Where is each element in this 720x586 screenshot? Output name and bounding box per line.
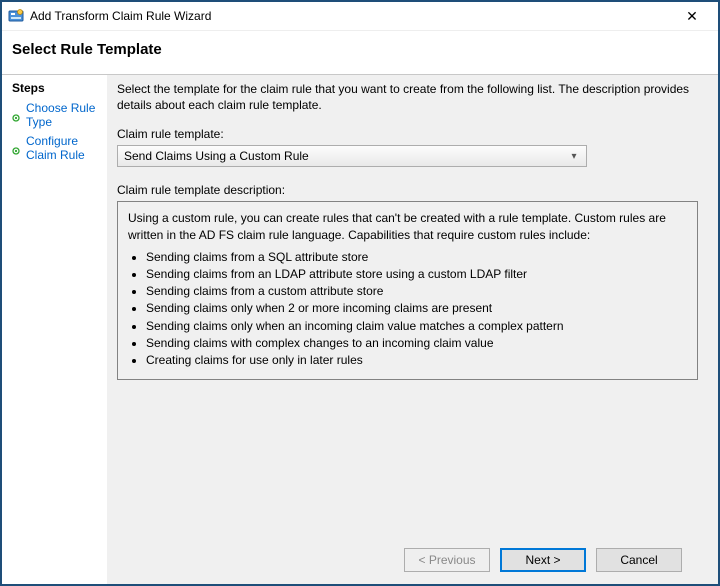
titlebar: Add Transform Claim Rule Wizard ✕ bbox=[2, 2, 718, 31]
description-intro: Using a custom rule, you can create rule… bbox=[128, 210, 687, 242]
description-bullet: Sending claims only when an incoming cla… bbox=[146, 318, 687, 334]
claim-rule-template-select[interactable]: Send Claims Using a Custom Rule ▾ bbox=[117, 145, 587, 167]
step-bullet-icon bbox=[12, 144, 20, 152]
window-title: Add Transform Claim Rule Wizard bbox=[30, 9, 672, 23]
instruction-text: Select the template for the claim rule t… bbox=[117, 81, 698, 113]
description-bullet: Creating claims for use only in later ru… bbox=[146, 352, 687, 368]
wizard-window: Add Transform Claim Rule Wizard ✕ Select… bbox=[0, 0, 720, 586]
step-configure-claim-rule[interactable]: Configure Claim Rule bbox=[12, 134, 97, 162]
description-bullet: Sending claims from an LDAP attribute st… bbox=[146, 266, 687, 282]
app-icon bbox=[8, 8, 24, 24]
description-bullet: Sending claims with complex changes to a… bbox=[146, 335, 687, 351]
step-choose-rule-type[interactable]: Choose Rule Type bbox=[12, 101, 97, 129]
step-bullet-icon bbox=[12, 111, 20, 119]
step-label: Choose Rule Type bbox=[26, 101, 97, 129]
description-bullet: Sending claims only when 2 or more incom… bbox=[146, 300, 687, 316]
steps-heading: Steps bbox=[12, 81, 97, 95]
chevron-down-icon: ▾ bbox=[566, 151, 582, 162]
main-panel: Select the template for the claim rule t… bbox=[107, 75, 718, 584]
cancel-button[interactable]: Cancel bbox=[596, 548, 682, 572]
page-title: Select Rule Template bbox=[12, 41, 708, 58]
description-bullet: Sending claims from a custom attribute s… bbox=[146, 283, 687, 299]
step-label: Configure Claim Rule bbox=[26, 134, 97, 162]
description-list: Sending claims from a SQL attribute stor… bbox=[128, 249, 687, 368]
close-button[interactable]: ✕ bbox=[672, 2, 712, 30]
spacer bbox=[117, 380, 698, 536]
selected-option-text: Send Claims Using a Custom Rule bbox=[124, 149, 566, 163]
description-box: Using a custom rule, you can create rule… bbox=[117, 201, 698, 380]
next-button[interactable]: Next > bbox=[500, 548, 586, 572]
description-label: Claim rule template description: bbox=[117, 183, 698, 197]
previous-button: < Previous bbox=[404, 548, 490, 572]
content-area: Steps Choose Rule Type Configure Claim R… bbox=[2, 75, 718, 584]
wizard-header: Select Rule Template bbox=[2, 31, 718, 74]
button-bar: < Previous Next > Cancel bbox=[117, 536, 698, 584]
template-label: Claim rule template: bbox=[117, 127, 698, 141]
description-bullet: Sending claims from a SQL attribute stor… bbox=[146, 249, 687, 265]
steps-sidebar: Steps Choose Rule Type Configure Claim R… bbox=[2, 75, 107, 584]
